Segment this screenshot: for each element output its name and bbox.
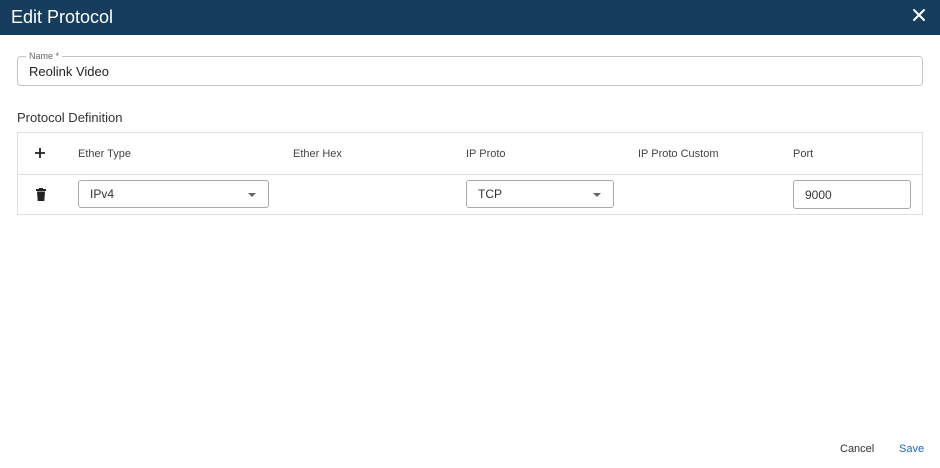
cancel-button[interactable]: Cancel — [840, 443, 874, 455]
chevron-down-icon — [248, 193, 256, 197]
dialog-titlebar: Edit Protocol — [0, 0, 940, 35]
table-divider — [18, 174, 922, 175]
ether-type-select[interactable]: IPv4 — [78, 180, 269, 208]
column-header-ip-proto-custom: IP Proto Custom — [638, 148, 719, 160]
save-button[interactable]: Save — [899, 443, 924, 455]
name-field-label: Name * — [26, 50, 63, 62]
name-field-value[interactable]: Reolink Video — [29, 64, 109, 79]
column-header-port: Port — [793, 148, 814, 160]
protocol-definition-table: Ether Type Ether Hex IP Proto IP Proto C… — [17, 132, 923, 215]
dialog-title: Edit Protocol — [11, 7, 114, 27]
protocol-definition-title: Protocol Definition — [17, 110, 123, 125]
ip-proto-select[interactable]: TCP — [466, 180, 614, 208]
port-value[interactable]: 9000 — [805, 188, 832, 202]
plus-icon[interactable] — [34, 147, 46, 159]
ip-proto-value: TCP — [478, 187, 502, 201]
column-header-ether-hex: Ether Hex — [293, 148, 342, 160]
trash-icon[interactable] — [36, 188, 46, 201]
name-field[interactable]: Name * Reolink Video — [17, 50, 923, 86]
column-header-ether-type: Ether Type — [78, 148, 131, 160]
close-icon[interactable] — [912, 8, 926, 22]
port-input[interactable]: 9000 — [793, 180, 911, 209]
chevron-down-icon — [593, 193, 601, 197]
ether-type-value: IPv4 — [90, 187, 115, 201]
column-header-ip-proto: IP Proto — [466, 148, 506, 160]
